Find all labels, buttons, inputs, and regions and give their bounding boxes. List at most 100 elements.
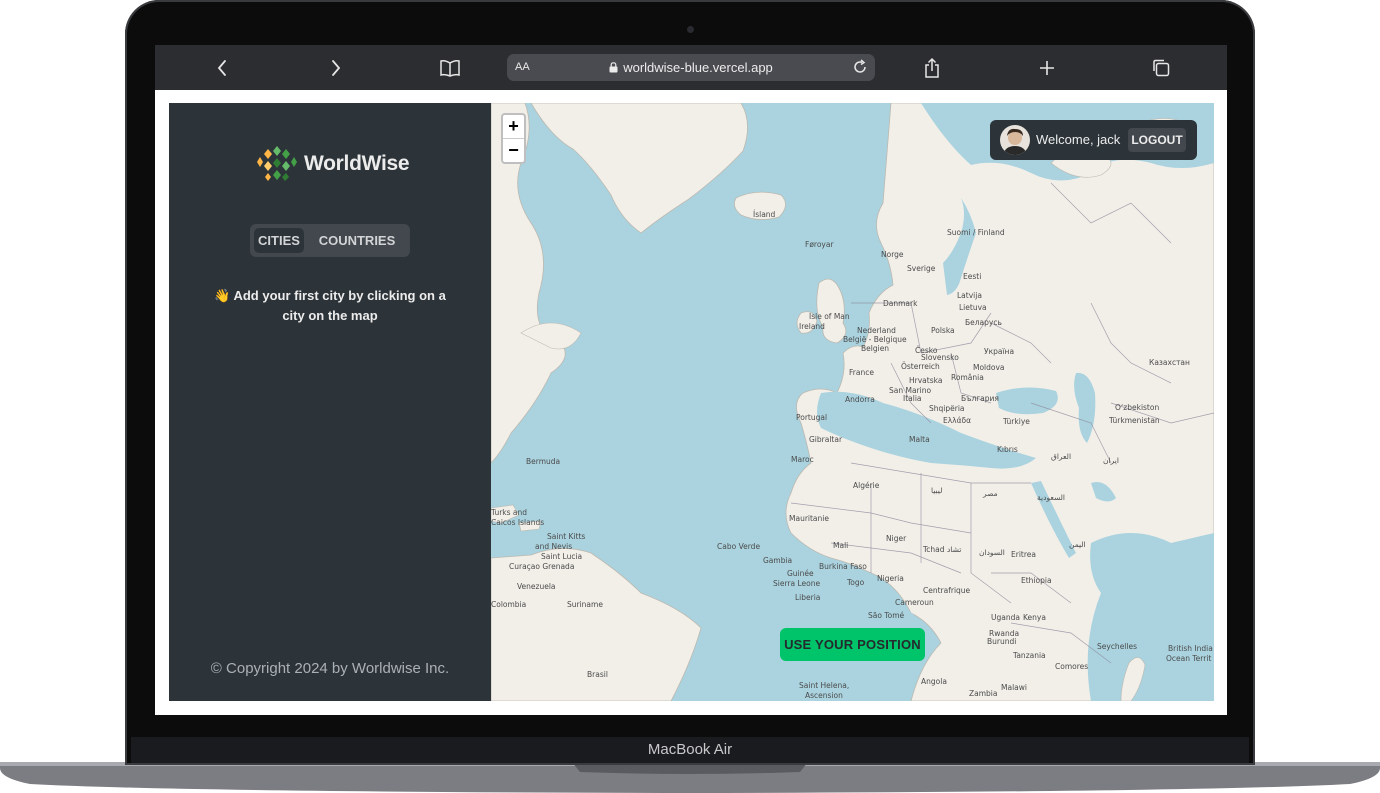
map-label-turkiye: Türkiye <box>1002 417 1030 426</box>
map-label-suomi: Suomi / Finland <box>947 228 1005 237</box>
map-label-malawi: Malawi <box>1001 683 1027 692</box>
map-label-turks: Turks and <box>491 508 527 517</box>
url-text: worldwise-blue.vercel.app <box>623 60 773 75</box>
map-label-tanzania: Tanzania <box>1012 651 1046 660</box>
map-label-shqiperia: Shqipëria <box>929 404 965 413</box>
tab-countries[interactable]: COUNTRIES <box>310 228 404 253</box>
map-label-island: Ísland <box>753 210 776 219</box>
zoom-control: + − <box>501 113 526 164</box>
map-label-hrvatska: Hrvatska <box>909 376 942 385</box>
map-label-gibraltar: Gibraltar <box>809 435 843 444</box>
welcome-text: Welcome, jack <box>1036 132 1121 147</box>
share-button[interactable] <box>921 45 943 90</box>
map-label-iraq: العراق <box>1051 452 1071 461</box>
map-label-danmark: Danmark <box>883 299 918 308</box>
map-label-saint-kitts: Saint Kitts <box>547 532 585 541</box>
map-label-burkina: Burkina Faso <box>819 562 867 571</box>
use-position-button[interactable]: USE YOUR POSITION <box>780 628 925 661</box>
map-label-libya: ليبيا <box>931 486 942 495</box>
tabs-overview-button[interactable] <box>1150 45 1172 90</box>
map-label-sudan: السودان <box>979 548 1005 557</box>
map-label-zambia: Zambia <box>969 689 997 698</box>
map-label-mali: Mali <box>833 541 848 550</box>
map-label-curacao: Curaçao Grenada <box>509 562 574 571</box>
map-label-eritrea: Eritrea <box>1011 550 1036 559</box>
map-label-andorra: Andorra <box>845 395 875 404</box>
map-label-and-nevis: and Nevis <box>535 542 572 551</box>
map-label-malta: Malta <box>909 435 930 444</box>
logo-text: WorldWise <box>304 152 410 175</box>
map-label-polska: Polska <box>931 326 955 335</box>
map-label-lietuva: Lietuva <box>959 303 987 312</box>
back-button[interactable] <box>211 45 233 90</box>
reload-button[interactable] <box>851 58 869 81</box>
map-label-brasil: Brasil <box>587 670 608 679</box>
logo[interactable]: WorldWise <box>256 143 410 185</box>
map-label-norge: Norge <box>881 250 904 259</box>
map-label-ascension: Ascension <box>805 691 843 700</box>
plus-icon <box>1040 60 1054 75</box>
url-display[interactable]: worldwise-blue.vercel.app <box>507 54 875 81</box>
zoom-out-button[interactable]: − <box>503 139 524 162</box>
map-label-nigeria: Nigeria <box>877 574 904 583</box>
map-label-slovensko: Slovensko <box>921 353 959 362</box>
app-layout: WorldWise CITIES COUNTRIES 👋 Add your fi… <box>169 103 1214 701</box>
logout-button[interactable]: LOGOUT <box>1128 128 1186 152</box>
map-label-romania: România <box>951 373 984 382</box>
map-label-burundi: Burundi <box>987 637 1016 646</box>
avatar <box>1000 125 1030 155</box>
map-label-caicos: Caicos Islands <box>491 518 544 527</box>
map-label-venezuela: Venezuela <box>517 582 556 591</box>
new-tab-button[interactable] <box>1036 45 1058 90</box>
map-label-ireland: Ireland <box>799 322 825 331</box>
user-avatar-icon <box>1000 125 1030 155</box>
map-label-sierra-leone: Sierra Leone <box>773 579 820 588</box>
device-model-label: MacBook Air <box>131 737 1249 763</box>
map-label-guinee: Guinée <box>787 569 814 578</box>
map-label-bermuda: Bermuda <box>526 457 560 466</box>
map-label-kenya: Kenya <box>1023 613 1046 622</box>
map-label-belgie: België - Belgique <box>843 335 907 344</box>
map-label-bulgaria: България <box>961 394 999 403</box>
map-label-ethiopia: Ethiopia <box>1021 576 1052 585</box>
map-label-british-indian: British India <box>1168 644 1213 653</box>
map-label-ellada: Ελλάδα <box>943 416 971 425</box>
worldwise-logo-icon <box>257 144 297 184</box>
map-label-iran: ایران <box>1103 456 1119 465</box>
map-label-italia: Italia <box>903 394 922 403</box>
user-panel: Welcome, jack LOGOUT <box>990 120 1197 160</box>
map-label-cabo-verde: Cabo Verde <box>717 542 760 551</box>
map-label-misr: مصر <box>982 489 998 498</box>
map-label-latvija: Latvija <box>957 291 982 300</box>
map-label-suriname: Suriname <box>567 600 603 609</box>
map-label-comores: Comores <box>1055 662 1088 671</box>
map-label-isle-of-man: Isle of Man <box>809 312 850 321</box>
copyright: © Copyright 2024 by Worldwise Inc. <box>210 660 450 677</box>
map-label-angola: Angola <box>921 677 947 686</box>
map-label-liberia: Liberia <box>795 593 820 602</box>
nav-tabs: CITIES COUNTRIES <box>250 224 410 257</box>
bookmarks-button[interactable] <box>437 45 463 90</box>
forward-button[interactable] <box>325 45 347 90</box>
map-label-centrafrique: Centrafrique <box>923 586 971 595</box>
zoom-in-button[interactable]: + <box>503 115 524 139</box>
map[interactable]: Ísland Føroyar Norge Sverige Suomi / Fin… <box>491 103 1214 701</box>
lock-icon <box>609 62 618 73</box>
map-tiles: Ísland Føroyar Norge Sverige Suomi / Fin… <box>491 103 1214 701</box>
chevron-right-icon <box>332 59 341 76</box>
map-label-saint-helena: Saint Helena, <box>799 681 849 690</box>
map-label-kazakhstan: Казахстан <box>1149 358 1190 367</box>
map-label-saudi: السعودية <box>1037 493 1065 502</box>
address-bar[interactable]: AA worldwise-blue.vercel.app <box>507 54 875 81</box>
map-label-kibris: Kıbrıs <box>997 445 1018 454</box>
map-label-uganda: Uganda <box>991 613 1020 622</box>
chevron-left-icon <box>217 59 226 76</box>
map-label-mauritanie: Mauritanie <box>789 514 829 523</box>
map-label-maroc: Maroc <box>791 455 814 464</box>
map-label-colombia: Colombia <box>491 600 526 609</box>
map-label-tchad: Tchad تشاد <box>922 545 961 554</box>
tab-cities[interactable]: CITIES <box>254 228 304 253</box>
map-label-osterreich: Österreich <box>901 362 940 371</box>
map-label-faroyar: Føroyar <box>805 240 834 249</box>
map-label-algerie: Algérie <box>853 481 880 490</box>
